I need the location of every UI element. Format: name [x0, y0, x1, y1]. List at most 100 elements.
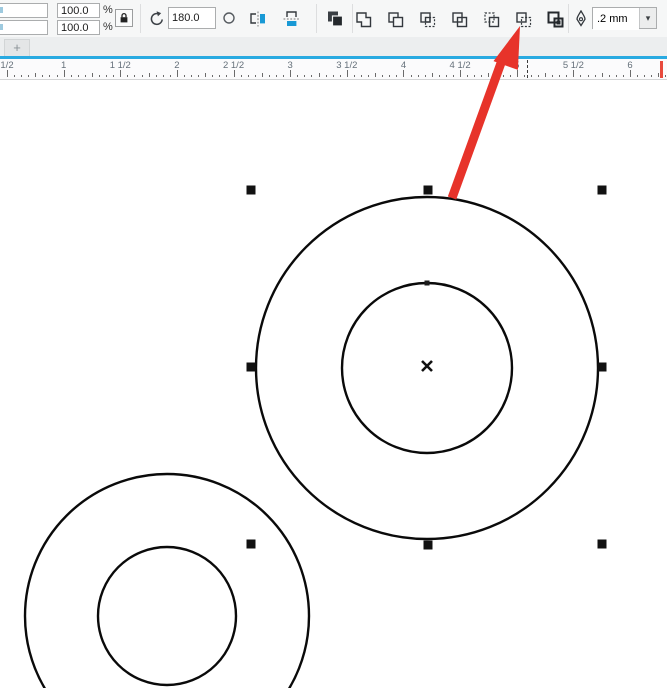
ruler-tick: [106, 75, 107, 77]
ruler-tick: [283, 75, 284, 77]
ruler-tick: [396, 75, 397, 77]
property-bar: % %: [0, 0, 667, 38]
ruler-tick: [127, 75, 128, 77]
ruler-tick: [651, 75, 652, 77]
selection-handle[interactable]: [424, 186, 433, 195]
back-minus-front-icon: [514, 10, 533, 29]
ruler-tick: [481, 75, 482, 77]
ruler-tick: [432, 73, 433, 77]
ruler-tick: [361, 75, 362, 77]
mirror-horizontal-button[interactable]: [246, 8, 270, 30]
ruler-tick: [49, 75, 50, 77]
ruler-tick: [552, 75, 553, 77]
combine-icon: [325, 9, 345, 29]
cutoff-icon-fragment: [0, 24, 3, 30]
ruler-tick: [453, 75, 454, 77]
selection-handle[interactable]: [598, 363, 607, 372]
create-boundary-icon: [546, 10, 565, 29]
ruler-tick: [64, 70, 65, 77]
ruler-tick: [467, 75, 468, 77]
outline-width-combo[interactable]: ▾: [592, 7, 657, 29]
ruler-tick: [163, 75, 164, 77]
ruler-tick: [304, 75, 305, 77]
selection-handle[interactable]: [598, 540, 607, 549]
ruler-tick: [57, 75, 58, 77]
back-minus-front-button[interactable]: [511, 7, 535, 31]
ruler-tick: [354, 75, 355, 77]
ruler-tick: [28, 75, 29, 77]
ruler-tick: [333, 75, 334, 77]
ruler-tick: [347, 70, 348, 77]
weld-button[interactable]: [351, 7, 375, 31]
combine-button[interactable]: [322, 7, 348, 31]
outline-width-icon: [573, 9, 589, 27]
ruler-tick: [134, 75, 135, 77]
outline-width-field[interactable]: [593, 8, 639, 30]
ruler-tick: [35, 73, 36, 77]
mirror-horizontal-icon: [248, 10, 268, 28]
dropdown-arrow-icon[interactable]: ▾: [639, 8, 656, 28]
ruler-tick: [609, 75, 610, 77]
donut-selected-outer-circle[interactable]: [256, 197, 598, 539]
scale-x-field[interactable]: [57, 3, 100, 18]
create-boundary-button[interactable]: [543, 7, 567, 31]
mirror-vertical-icon: [282, 10, 302, 28]
ruler-tick: [262, 73, 263, 77]
ruler-tick: [248, 75, 249, 77]
ruler-tick: [297, 75, 298, 77]
drawing-canvas[interactable]: [0, 79, 667, 688]
ruler-tick: [191, 75, 192, 77]
ruler-tick: [99, 75, 100, 77]
ruler-tick: [637, 75, 638, 77]
ruler-tick: [389, 75, 390, 77]
percent-label: %: [103, 21, 113, 33]
intersect-icon: [418, 10, 437, 29]
ruler-tick: [460, 70, 461, 77]
ruler-tick: [588, 75, 589, 77]
ruler-tick: [85, 75, 86, 77]
ruler-tick: [177, 70, 178, 77]
ruler-tick: [375, 73, 376, 77]
ruler-tick: [531, 75, 532, 77]
simplify-button[interactable]: [447, 7, 471, 31]
donut-unselected-outer-circle[interactable]: [25, 474, 309, 688]
rotation-angle-field[interactable]: [168, 7, 216, 29]
ruler-tick: [149, 73, 150, 77]
ruler-tick: [170, 75, 171, 77]
percent-label: %: [103, 4, 113, 16]
trim-button[interactable]: [383, 7, 407, 31]
ruler-tick: [276, 75, 277, 77]
ruler-tick: [573, 70, 574, 77]
ruler-tick: [446, 75, 447, 77]
donut-selected-inner-circle[interactable]: [342, 283, 512, 453]
separator: [140, 4, 141, 33]
front-minus-back-button[interactable]: [479, 7, 503, 31]
selection-handle[interactable]: [247, 363, 256, 372]
object-position-x-field[interactable]: [0, 3, 48, 18]
rotate-button[interactable]: [146, 9, 165, 28]
ruler-tick: [665, 75, 666, 77]
cutoff-icon-fragment: [0, 7, 3, 13]
ruler-tick: [623, 75, 624, 77]
document-tab-bar: +: [0, 37, 667, 59]
separator: [316, 4, 317, 33]
selection-handle[interactable]: [424, 541, 433, 550]
ruler-tick: [71, 75, 72, 77]
ruler[interactable]: 1/211 1/222 1/233 1/244 1/255 1/26: [0, 59, 667, 80]
selection-center-mark[interactable]: [422, 361, 432, 371]
selection-handle[interactable]: [247, 186, 256, 195]
curve-node-marker[interactable]: [425, 281, 430, 286]
selection-handle[interactable]: [598, 186, 607, 195]
rotate-counterclockwise-icon: [147, 10, 165, 28]
ruler-tick: [411, 75, 412, 77]
mirror-vertical-button[interactable]: [280, 8, 304, 30]
lock-ratio-button[interactable]: [115, 9, 133, 27]
intersect-button[interactable]: [415, 7, 439, 31]
separator: [568, 4, 569, 33]
scale-y-field[interactable]: [57, 20, 100, 35]
donut-unselected-inner-circle[interactable]: [98, 547, 236, 685]
ruler-tick: [524, 75, 525, 77]
ruler-tick: [241, 75, 242, 77]
selection-handle[interactable]: [247, 540, 256, 549]
object-position-y-field[interactable]: [0, 20, 48, 35]
